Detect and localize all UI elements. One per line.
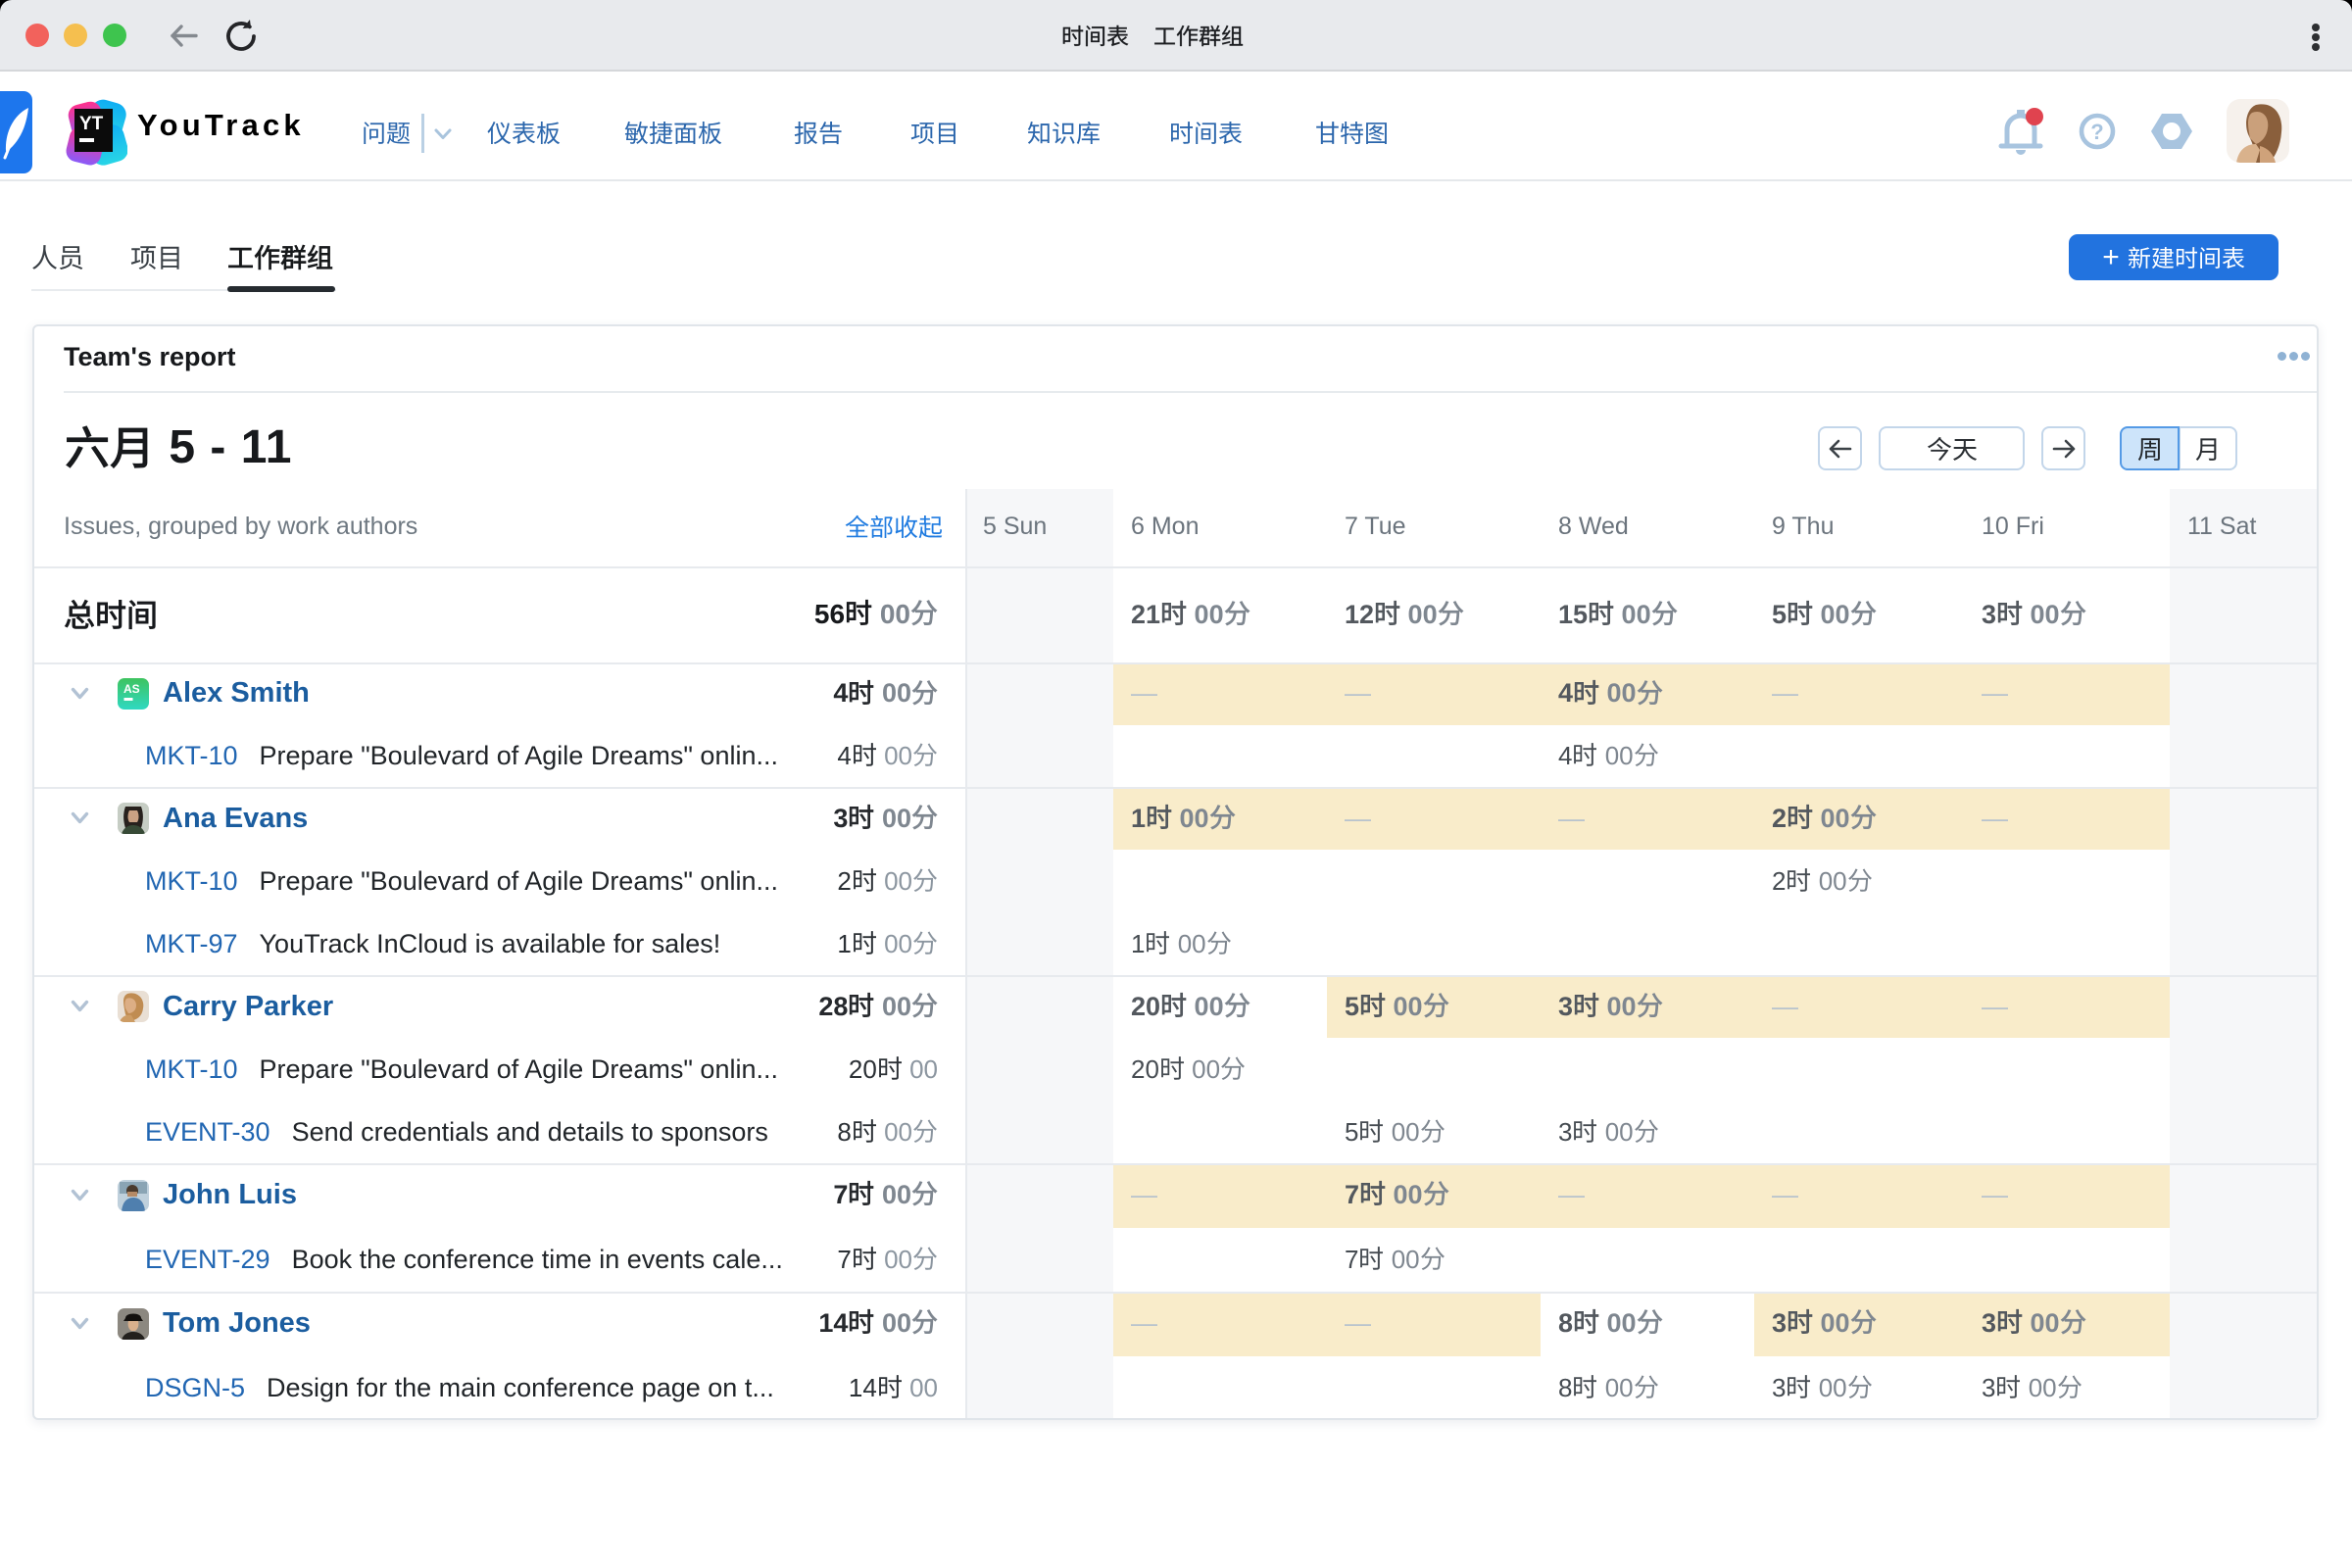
svg-text:AS: AS [123,682,140,696]
svg-text:YT: YT [79,114,104,134]
svg-text:?: ? [2090,120,2103,144]
